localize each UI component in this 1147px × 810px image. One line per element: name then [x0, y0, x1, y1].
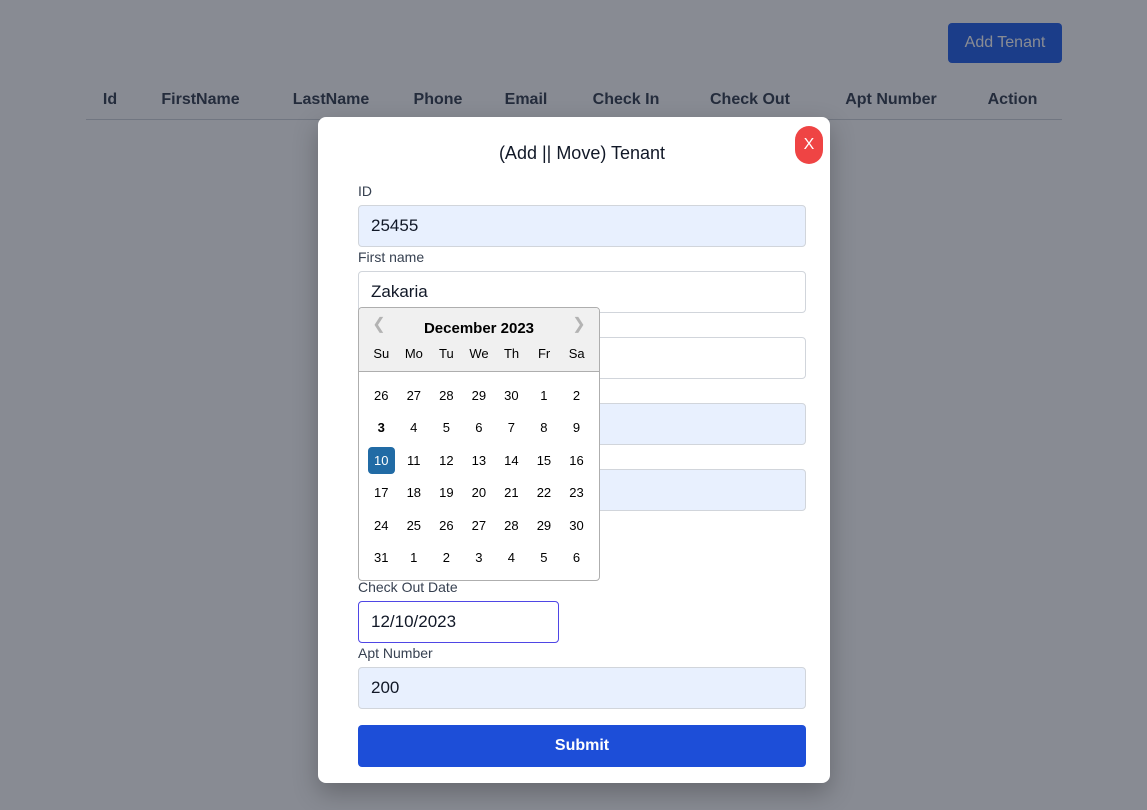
weekday-label: Mo — [404, 346, 423, 361]
weekday-label: Th — [503, 346, 520, 361]
datepicker-month-label: December 2023 — [423, 320, 535, 337]
datepicker-day[interactable]: 21 — [498, 479, 525, 506]
datepicker-day-selected[interactable]: 10 — [367, 446, 395, 474]
datepicker-day[interactable]: 5 — [530, 544, 557, 571]
datepicker-day[interactable]: 30 — [563, 512, 590, 539]
check-out-date-label: Check Out Date — [358, 579, 458, 595]
check-out-date-input[interactable] — [358, 601, 559, 643]
datepicker-week-row: 31 1 2 3 4 5 6 — [365, 542, 593, 575]
datepicker-day[interactable]: 14 — [498, 447, 525, 474]
datepicker-day[interactable]: 3 — [465, 544, 492, 571]
datepicker-day[interactable]: 22 — [530, 479, 557, 506]
datepicker-day[interactable]: 28 — [433, 382, 460, 409]
datepicker-day[interactable]: 12 — [433, 447, 460, 474]
modal-title: (Add || Move) Tenant — [498, 143, 666, 163]
datepicker-week-row: 17 18 19 20 21 22 23 — [365, 477, 593, 510]
datepicker-day[interactable]: 26 — [368, 382, 395, 409]
datepicker-day[interactable]: 27 — [465, 512, 492, 539]
datepicker-day[interactable]: 19 — [433, 479, 460, 506]
datepicker-day[interactable]: 5 — [433, 414, 460, 441]
id-input[interactable] — [358, 205, 806, 247]
datepicker-day[interactable]: 24 — [368, 512, 395, 539]
datepicker-day[interactable]: 13 — [465, 447, 492, 474]
datepicker-week-row: 24 25 26 27 28 29 30 — [365, 509, 593, 542]
datepicker-day[interactable]: 20 — [465, 479, 492, 506]
weekday-label: Su — [373, 346, 390, 361]
weekday-label: Tu — [439, 346, 454, 361]
datepicker-day[interactable]: 23 — [563, 479, 590, 506]
datepicker-day[interactable]: 30 — [498, 382, 525, 409]
datepicker-day[interactable]: 16 — [563, 447, 590, 474]
id-label: ID — [358, 183, 372, 199]
first-name-label: First name — [358, 249, 425, 265]
datepicker-week-row: 10 11 12 13 14 15 16 — [365, 444, 593, 477]
datepicker-week-row: 26 27 28 29 30 1 2 — [365, 379, 593, 412]
datepicker-day[interactable]: 28 — [498, 512, 525, 539]
datepicker-day[interactable]: 6 — [563, 544, 590, 571]
datepicker-week-row: 3456789 — [365, 412, 593, 445]
datepicker-day[interactable]: 4 — [400, 414, 427, 441]
weekday-label: We — [469, 346, 489, 361]
datepicker-header: ❮ ❯ December 2023 Su Mo Tu We Th Fr Sa — [359, 308, 599, 372]
datepicker-day[interactable]: 18 — [400, 479, 427, 506]
datepicker-day[interactable]: 9 — [563, 414, 590, 441]
datepicker-day[interactable]: 31 — [368, 544, 395, 571]
apt-number-label: Apt Number — [358, 645, 433, 661]
weekday-header-row: Su Mo Tu We Th Fr Sa — [365, 346, 593, 361]
apt-number-input[interactable] — [358, 667, 806, 709]
datepicker-day[interactable]: 29 — [465, 382, 492, 409]
datepicker-day[interactable]: 26 — [433, 512, 460, 539]
datepicker-day[interactable]: 27 — [400, 382, 427, 409]
datepicker-day[interactable]: 2 — [433, 544, 460, 571]
datepicker-day[interactable]: 4 — [498, 544, 525, 571]
datepicker-day[interactable]: 11 — [400, 447, 427, 474]
datepicker-day-grid: 26 27 28 29 30 1 2 3 4 5 6 7 8 9 10 11 12 13 14 15 16 17 18 19 2… — [365, 379, 593, 574]
datepicker-day[interactable]: 1 — [530, 382, 557, 409]
datepicker-day[interactable]: 29 — [530, 512, 557, 539]
datepicker-day[interactable]: 17 — [368, 479, 395, 506]
datepicker-day[interactable]: 6 — [465, 414, 492, 441]
submit-button[interactable]: Submit — [358, 725, 806, 767]
datepicker-day[interactable]: 25 — [400, 512, 427, 539]
weekday-label: Fr — [537, 346, 551, 361]
datepicker-day[interactable]: 15 — [530, 447, 557, 474]
datepicker-day[interactable]: 8 — [530, 414, 557, 441]
datepicker-day[interactable]: 3 — [368, 414, 395, 441]
datepicker-day[interactable]: 1 — [400, 544, 427, 571]
datepicker-popup: ❮ ❯ December 2023 Su Mo Tu We Th Fr Sa 2… — [358, 307, 600, 581]
datepicker-day[interactable]: 2 — [563, 382, 590, 409]
weekday-label: Sa — [568, 346, 585, 361]
datepicker-day[interactable]: 7 — [498, 414, 525, 441]
